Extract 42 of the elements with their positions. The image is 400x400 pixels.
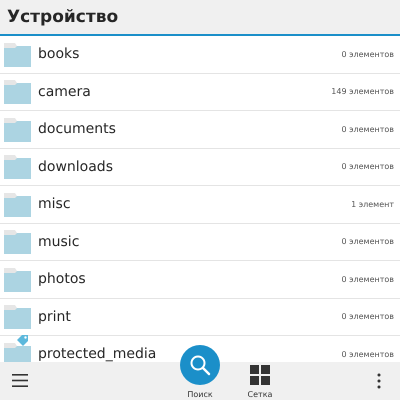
folder-row[interactable]: downloads 0 элементов [0,148,400,186]
folder-name: print [38,308,72,325]
search-button[interactable] [180,345,220,385]
folder-icon [4,192,31,217]
folder-icon [4,266,31,292]
folder-icon [4,304,31,330]
search-label: Поиск [187,390,213,399]
folder-icon [4,154,31,180]
item-count: 1 элемент [351,200,394,209]
item-count: 149 элементов [331,87,394,96]
menu-button[interactable] [12,374,28,387]
item-count: 0 элементов [341,50,394,59]
folder-row[interactable]: photos 0 элементов [0,261,400,298]
folder-name: protected_media [38,346,158,362]
folder-row[interactable]: misc 1 элемент [0,186,400,224]
folder-name: books [38,46,80,62]
item-count: 0 элементов [341,274,394,284]
more-button[interactable] [377,373,381,389]
folder-row[interactable]: music 0 элементов [0,224,400,261]
folder-name: misc [38,196,72,212]
item-count: 0 элементов [341,350,394,359]
grid-label: Сетка [248,390,272,399]
item-count: 0 элементов [341,237,394,246]
item-count: 0 элементов [341,124,394,134]
folder-icon [4,229,31,254]
folder-name: documents [38,121,117,138]
folder-name: downloads [38,158,114,175]
item-count: 0 элементов [341,162,394,172]
folder-row[interactable]: print 0 элементов [0,298,400,336]
grid-button[interactable] [250,365,270,385]
folder-name: camera [38,84,92,100]
search-icon [189,354,211,376]
folder-name: photos [38,271,87,288]
folder-name: music [38,234,80,250]
page-title: Устройство [7,7,118,27]
folder-row[interactable]: books 0 элементов [0,36,400,74]
folder-icon [4,42,31,67]
folder-row[interactable]: documents 0 элементов [0,111,400,148]
folder-icon [4,116,31,142]
folder-row[interactable]: camera 149 элементов [0,74,400,111]
folder-icon [4,79,31,104]
item-count: 0 элементов [341,312,394,322]
